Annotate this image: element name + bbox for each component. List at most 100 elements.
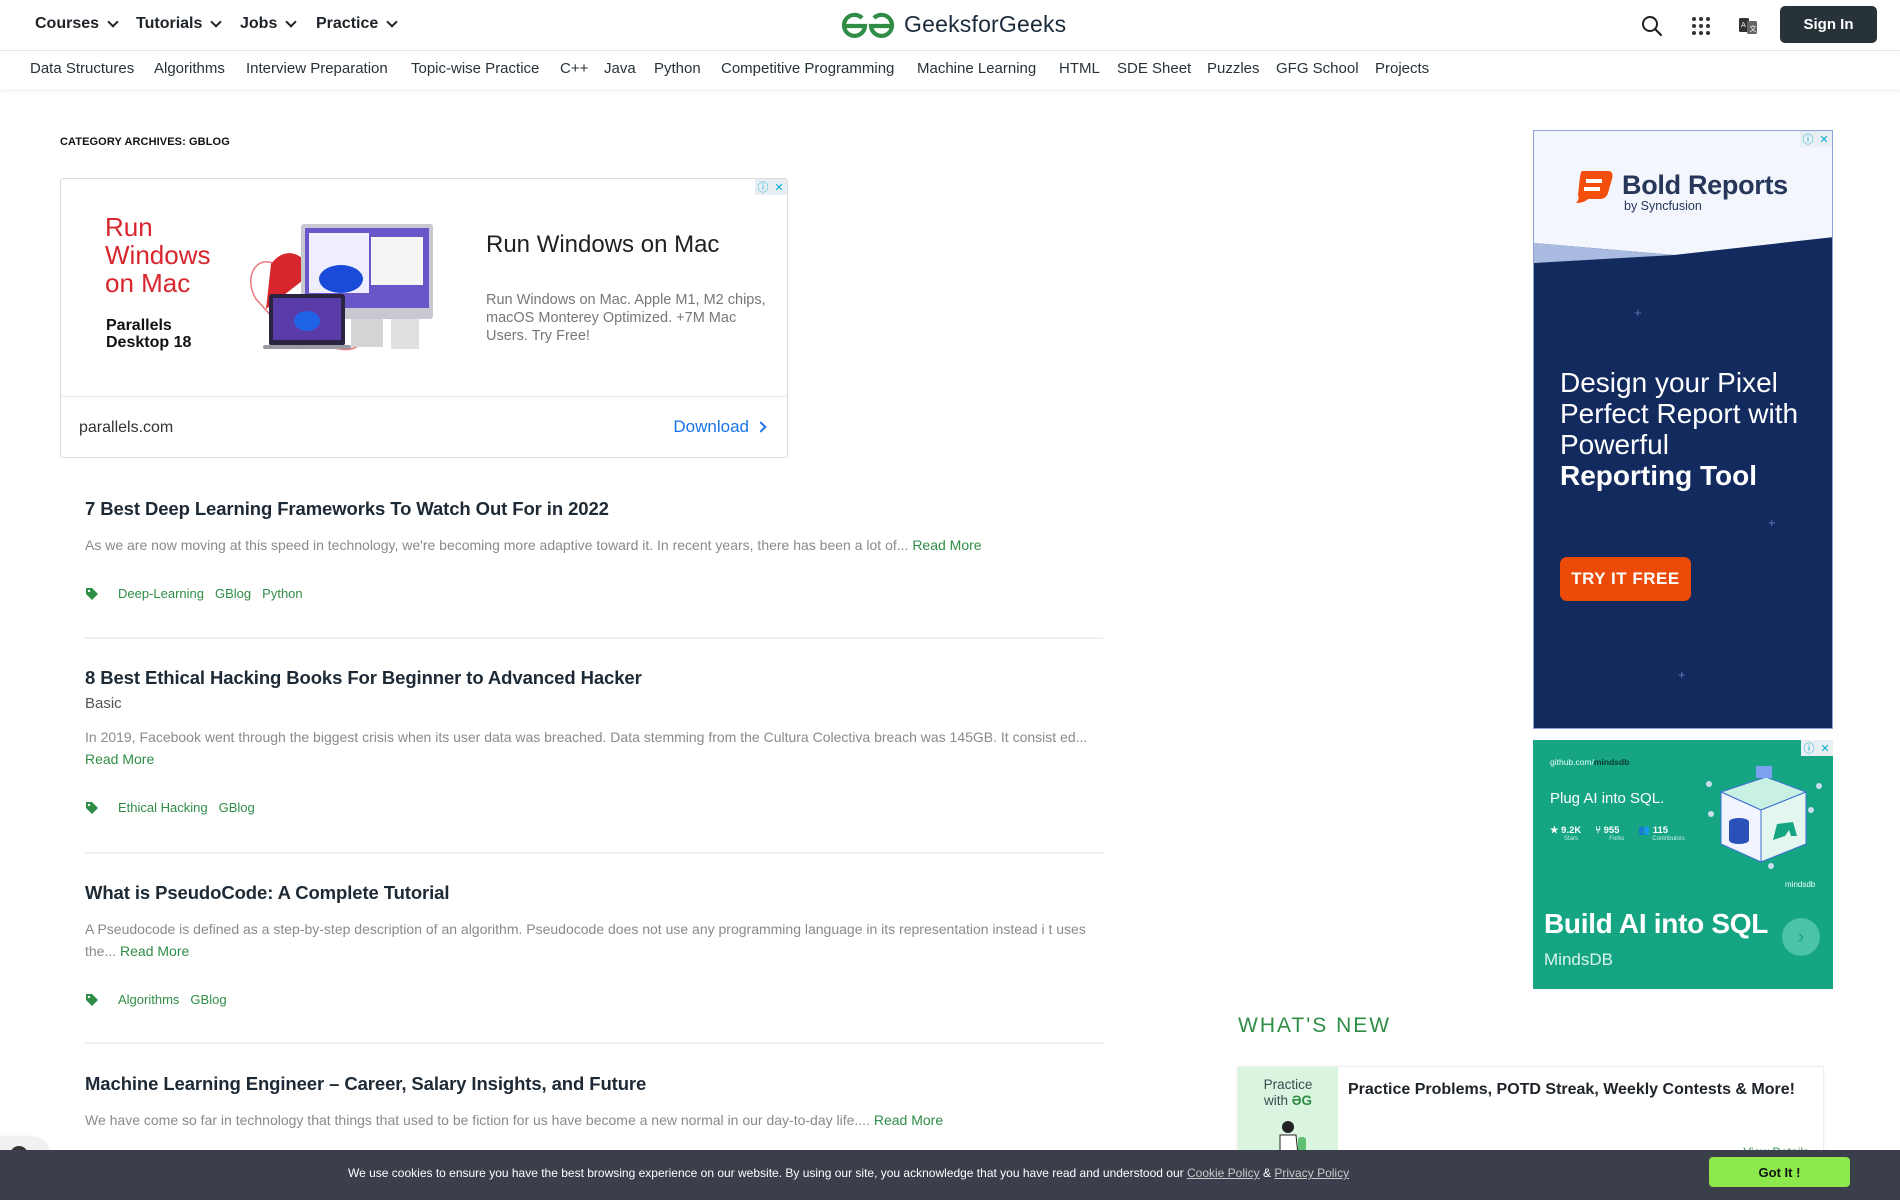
mindsdb-ad[interactable]: ⓘ ✕ github.com/mindsdb Plug AI into SQL.… xyxy=(1533,740,1833,989)
read-more-link[interactable]: Read More xyxy=(120,943,189,959)
repo-stats: ★ 9.2K Stars ⑂ 955 Forks 👥 115 Contributors xyxy=(1550,825,1685,842)
gfg-logo-icon: ƏG xyxy=(1291,1093,1313,1108)
tag-link[interactable]: GBlog xyxy=(219,800,255,815)
ad-domain[interactable]: parallels.com xyxy=(79,419,173,437)
article-excerpt: We have come so far in technology that t… xyxy=(85,1109,1103,1131)
article-excerpt: A Pseudocode is defined as a step-by-ste… xyxy=(85,918,1103,962)
article-title[interactable]: Machine Learning Engineer – Career, Sala… xyxy=(85,1073,1103,1095)
ad-red-title: Run Windows on Mac xyxy=(105,212,211,298)
thumb-with: with xyxy=(1263,1093,1288,1108)
stat-value: 9.2K xyxy=(1561,825,1582,836)
mac-devices-illustration xyxy=(250,224,433,350)
ad-brand: Parallels Desktop 18 xyxy=(106,317,191,351)
nav-courses[interactable]: Courses xyxy=(35,15,119,33)
subnav-item[interactable]: Puzzles xyxy=(1207,60,1260,77)
boldreports-logo-icon xyxy=(1576,171,1613,203)
ad-message-regular: Design your Pixel Perfect Report with Po… xyxy=(1560,367,1799,460)
ad-message: Design your Pixel Perfect Report with Po… xyxy=(1560,367,1820,491)
subnav-item[interactable]: Topic-wise Practice xyxy=(411,60,539,77)
article-title[interactable]: 8 Best Ethical Hacking Books For Beginne… xyxy=(85,667,1103,689)
category-archive-heading: CATEGORY ARCHIVES: GBLOG xyxy=(60,136,230,148)
article-tags: Algorithms GBlog xyxy=(85,992,1103,1007)
ad-info-icon[interactable]: ⓘ xyxy=(1801,740,1817,756)
ad-choices[interactable]: ⓘ ✕ xyxy=(1800,131,1832,147)
tag-icon xyxy=(86,801,98,814)
read-more-link[interactable]: Read More xyxy=(912,537,981,553)
whats-new-card-heading[interactable]: Practice Problems, POTD Streak, Weekly C… xyxy=(1348,1081,1795,1099)
read-more-link[interactable]: Read More xyxy=(874,1112,943,1128)
ad-close-icon[interactable]: ✕ xyxy=(771,179,787,195)
subnav-item[interactable]: HTML xyxy=(1059,60,1100,77)
tag-link[interactable]: Algorithms xyxy=(118,992,179,1007)
sparkle-icon: + xyxy=(1634,305,1642,320)
subnav-item[interactable]: GFG School xyxy=(1276,60,1359,77)
sparkle-icon: + xyxy=(1678,667,1686,682)
sparkle-icon: + xyxy=(1768,515,1776,530)
subnav-item[interactable]: Python xyxy=(654,60,701,77)
subnav-item[interactable]: Algorithms xyxy=(154,60,225,77)
tag-link[interactable]: GBlog xyxy=(190,992,226,1007)
github-link[interactable]: github.com/mindsdb xyxy=(1550,757,1629,767)
ad-download-button[interactable]: Download xyxy=(673,417,767,437)
boldreports-logo: Bold Reports by Syncfusion xyxy=(1574,171,1788,213)
subnav-item[interactable]: Data Structures xyxy=(30,60,134,77)
article-title[interactable]: 7 Best Deep Learning Frameworks To Watch… xyxy=(85,498,1103,520)
ad-close-icon[interactable]: ✕ xyxy=(1817,740,1833,756)
svg-text:文: 文 xyxy=(1750,24,1757,33)
github-prefix: github.com/ xyxy=(1550,757,1594,767)
ad-choices[interactable]: ⓘ ✕ xyxy=(1801,740,1833,756)
article-subtitle: Basic xyxy=(85,695,122,712)
site-logo[interactable]: GeeksforGeeks xyxy=(840,10,1066,38)
ad-download-label: Download xyxy=(673,417,749,436)
excerpt-text: In 2019, Facebook went through the bigge… xyxy=(85,729,1088,745)
subnav-item[interactable]: SDE Sheet xyxy=(1117,60,1191,77)
cookie-message: We use cookies to ensure you have the be… xyxy=(348,1166,1349,1180)
boldreports-ad[interactable]: ⓘ ✕ Bold Reports by Syncfusion + + + Des… xyxy=(1533,130,1833,729)
accept-cookies-button[interactable]: Got It ! xyxy=(1709,1157,1850,1187)
tag-link[interactable]: Ethical Hacking xyxy=(118,800,208,815)
cookie-amp: & xyxy=(1263,1166,1272,1180)
ad-choices[interactable]: ⓘ ✕ xyxy=(755,179,787,195)
read-more-link[interactable]: Read More xyxy=(85,751,154,767)
tag-link[interactable]: Deep-Learning xyxy=(118,586,204,601)
ad-close-icon[interactable]: ✕ xyxy=(1816,131,1832,147)
thumb-text: Practice with ƏG xyxy=(1238,1077,1338,1109)
subnav-item[interactable]: Machine Learning xyxy=(917,60,1036,77)
chevron-down-icon xyxy=(285,15,298,28)
article-divider xyxy=(85,852,1103,854)
article-divider xyxy=(85,1042,1103,1044)
privacy-policy-link[interactable]: Privacy Policy xyxy=(1274,1166,1349,1180)
parallels-ad[interactable]: ⓘ ✕ Run Windows on Mac Parallels Desktop… xyxy=(60,178,788,458)
nav-practice[interactable]: Practice xyxy=(316,15,398,33)
article-item: 7 Best Deep Learning Frameworks To Watch… xyxy=(85,498,1103,601)
subnav-item[interactable]: Competitive Programming xyxy=(721,60,894,77)
subnav-item[interactable]: C++ xyxy=(560,60,588,77)
article-item: 8 Best Ethical Hacking Books For Beginne… xyxy=(85,667,1103,815)
ad-headline[interactable]: Run Windows on Mac xyxy=(486,231,719,259)
search-button[interactable] xyxy=(1639,13,1665,39)
tag-link[interactable]: GBlog xyxy=(215,586,251,601)
try-it-free-button[interactable]: TRY IT FREE xyxy=(1560,557,1691,601)
subnav-item[interactable]: Projects xyxy=(1375,60,1429,77)
tag-link[interactable]: Python xyxy=(262,586,302,601)
stat-contributors: 👥 115 Contributors xyxy=(1638,825,1685,842)
sign-in-button[interactable]: Sign In xyxy=(1780,6,1877,43)
subnav-item[interactable]: Interview Preparation xyxy=(246,60,388,77)
cookie-policy-link[interactable]: Cookie Policy xyxy=(1187,1166,1260,1180)
article-title[interactable]: What is PseudoCode: A Complete Tutorial xyxy=(85,882,1103,904)
nav-practice-label: Practice xyxy=(316,15,379,32)
ad-info-icon[interactable]: ⓘ xyxy=(755,179,771,195)
article-excerpt: As we are now moving at this speed in te… xyxy=(85,534,1103,556)
ad-info-icon[interactable]: ⓘ xyxy=(1800,131,1816,147)
nav-tutorials[interactable]: Tutorials xyxy=(136,15,223,33)
translate-button[interactable]: A 文 xyxy=(1735,13,1761,39)
apps-grid-button[interactable] xyxy=(1688,13,1714,39)
ad-headline[interactable]: Build AI into SQL xyxy=(1544,908,1768,940)
nav-jobs[interactable]: Jobs xyxy=(240,15,298,33)
chevron-right-icon[interactable]: › xyxy=(1782,918,1820,956)
excerpt-text: As we are now moving at this speed in te… xyxy=(85,537,909,553)
subnav-item[interactable]: Java xyxy=(604,60,636,77)
excerpt-text: We have come so far in technology that t… xyxy=(85,1112,870,1128)
thumb-line2: with ƏG xyxy=(1238,1093,1338,1109)
logo-wordmark: GeeksforGeeks xyxy=(904,10,1067,37)
